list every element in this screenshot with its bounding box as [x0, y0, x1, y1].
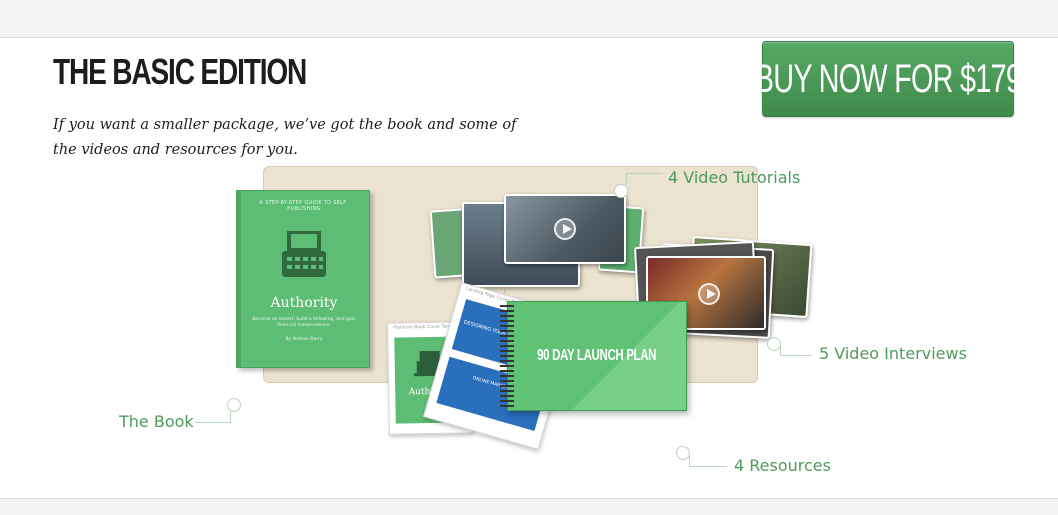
edition-title: THE BASIC EDITION — [53, 51, 307, 92]
video-tutorials-callout-dot — [614, 184, 628, 198]
resources-label: 4 Resources — [734, 456, 831, 475]
video-tutorials-leader — [626, 173, 662, 185]
launch-plan-notebook: 90 DAY LAUNCH PLAN — [507, 301, 687, 411]
buy-now-label: BUY NOW FOR $179 — [754, 56, 1022, 101]
authority-book-cover: A STEP-BY-STEP GUIDE TO SELF-PUBLISHING … — [236, 190, 370, 368]
bottom-band — [0, 500, 1058, 515]
typewriter-icon — [282, 231, 326, 277]
video-interviews-callout-dot — [767, 337, 781, 351]
play-icon — [554, 218, 576, 240]
video-tutorials-label: 4 Video Tutorials — [668, 168, 801, 187]
edition-description: If you want a smaller package, we’ve got… — [53, 117, 517, 158]
notebook-binding-rings — [500, 305, 514, 407]
video-interviews-leader — [780, 346, 812, 356]
resources-callout-dot — [676, 446, 690, 460]
book-author: By Nathan Barry — [285, 337, 323, 342]
resources-leader — [689, 456, 727, 467]
book-callout-dot — [227, 398, 241, 412]
book-leader — [195, 411, 231, 423]
video-interviews-label: 5 Video Interviews — [819, 344, 967, 363]
book-subtitle: Become an expert, build a following, and… — [252, 317, 356, 328]
buy-now-button[interactable]: BUY NOW FOR $179 — [755, 41, 1022, 117]
launch-plan-title: 90 DAY LAUNCH PLAN — [537, 347, 657, 364]
book-title: Authority — [270, 295, 338, 311]
book-label: The Book — [119, 412, 194, 431]
book-tagline: A STEP-BY-STEP GUIDE TO SELF-PUBLISHING — [259, 200, 349, 212]
video-tutorial-thumbnail-front — [504, 194, 626, 264]
top-band — [0, 0, 1058, 38]
play-icon — [698, 283, 720, 305]
